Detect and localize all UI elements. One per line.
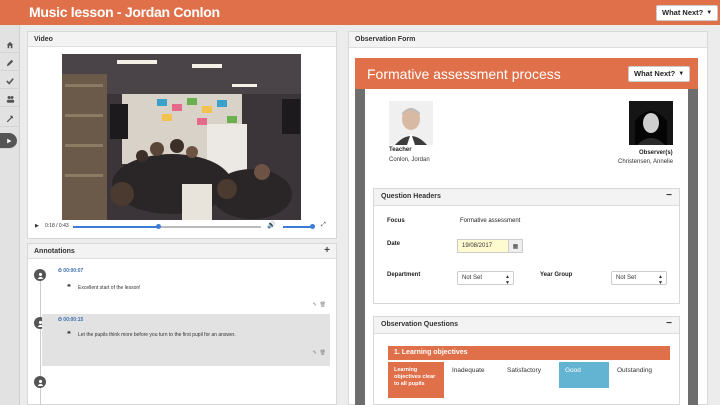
whats-next-label: What Next? (662, 8, 704, 17)
observation-form-header: Observation Form (349, 32, 707, 48)
date-value: 19/08/2017 (462, 243, 493, 249)
annotation-time[interactable]: ⏱ 00:00:07 (58, 268, 83, 274)
annotation-item[interactable]: ⏱ 00:00:07 ❝ Excellent start of the less… (42, 266, 330, 312)
year-group-label: Year Group (540, 272, 573, 278)
observation-questions-header: Observation Questions − (374, 317, 679, 334)
teacher-avatar (389, 101, 433, 145)
annotation-time-value: 00:00:15 (63, 317, 84, 323)
check-icon[interactable] (0, 73, 20, 89)
video-seek-fill (73, 226, 158, 228)
delete-icon[interactable]: 🗑 (320, 350, 326, 356)
annotation-text: Let the pupils think more before you tur… (78, 332, 236, 338)
annotations-panel-header: Annotations + (28, 244, 336, 259)
video-frame-image (62, 54, 301, 220)
whats-next-button[interactable]: What Next? ▼ (656, 5, 719, 21)
delete-icon[interactable]: 🗑 (320, 302, 326, 308)
focus-label: Focus (387, 218, 405, 224)
observer-role: Observer(s) (639, 150, 673, 156)
date-field[interactable]: 19/08/2017 ▦ (457, 239, 523, 253)
annotations-title: Annotations (34, 248, 75, 255)
question-headers-title: Question Headers (381, 193, 441, 200)
edit-icon[interactable]: ✎ (313, 350, 317, 356)
user-icon (37, 379, 43, 386)
add-annotation-button[interactable]: + (324, 245, 330, 256)
avatar (34, 376, 46, 388)
video-time: 0:18 / 0:43 (45, 223, 69, 229)
top-bar: Music lesson - Jordan Conlon What Next? … (0, 0, 720, 25)
department-value: Not Set (462, 275, 483, 281)
annotation-time[interactable]: ⏱ 00:00:15 (58, 317, 83, 323)
edit-icon[interactable]: ✎ (313, 302, 317, 308)
department-select[interactable]: Not Set ▲ ▼ (457, 271, 514, 286)
observer-photo (629, 101, 673, 145)
observation-questions-title: Observation Questions (381, 321, 459, 328)
year-group-select[interactable]: Not Set ▲ ▼ (611, 271, 667, 286)
rating-inadequate[interactable]: Inadequate (446, 362, 500, 398)
play-icon[interactable] (0, 133, 17, 149)
left-rail (0, 25, 20, 405)
teacher-role: Teacher (389, 147, 412, 153)
video-seek-bar[interactable] (73, 224, 261, 229)
select-arrows-icon: ▲ ▼ (505, 274, 510, 286)
rating-outstanding[interactable]: Outstanding (611, 362, 670, 398)
annotation-text: Excellent start of the lesson! (78, 285, 141, 291)
page-title: Music lesson - Jordan Conlon (29, 4, 220, 20)
section-header: 1. Learning objectives (388, 346, 670, 360)
quote-icon: ❝ (67, 331, 71, 338)
annotation-actions: ✎ 🗑 (313, 302, 326, 308)
form-whats-next-label: What Next? (634, 69, 676, 78)
select-arrows-icon: ▲ ▼ (658, 274, 663, 286)
video-seek-handle[interactable] (155, 224, 161, 229)
volume-slider[interactable] (283, 224, 315, 229)
pencil-icon[interactable] (0, 55, 20, 71)
video-controls: ▶ 0:18 / 0:43 🔊 ⤢ (33, 222, 331, 232)
annotation-time-value: 00:00:07 (63, 268, 84, 274)
video-panel-header: Video (28, 32, 336, 47)
rating-good[interactable]: Good (559, 362, 609, 388)
play-button-icon[interactable]: ▶ (35, 223, 39, 229)
quote-icon: ❝ (67, 284, 71, 291)
observer-name: Christensen, Annelie (618, 159, 674, 165)
annotation-item[interactable]: ⏱ 00:00:15 ❝ Let the pupils think more b… (42, 314, 330, 366)
observer-avatar (629, 101, 673, 145)
year-group-value: Not Set (616, 275, 637, 281)
collapse-button[interactable]: − (666, 318, 672, 329)
calendar-icon[interactable]: ▦ (508, 240, 522, 252)
form-title-bar: Formative assessment process What Next? … (355, 58, 698, 89)
date-label: Date (387, 241, 401, 247)
teacher-photo (389, 101, 433, 145)
video-player[interactable] (62, 54, 301, 220)
wrench-icon[interactable] (0, 111, 20, 127)
form-title: Formative assessment process (367, 66, 561, 82)
question-headers-header: Question Headers − (374, 189, 679, 206)
caret-down-icon: ▼ (706, 10, 713, 16)
collapse-button[interactable]: − (666, 190, 672, 201)
annotation-actions: ✎ 🗑 (313, 350, 326, 356)
volume-handle[interactable] (310, 224, 315, 229)
department-label: Department (387, 272, 421, 278)
home-icon[interactable] (0, 37, 20, 53)
fullscreen-icon[interactable]: ⤢ (321, 222, 326, 229)
focus-value: Formative assessment (460, 218, 521, 224)
form-whats-next-button[interactable]: What Next? ▼ (628, 66, 691, 82)
criterion-label: Learning objectives clear to all pupils (388, 362, 444, 398)
teacher-name: Conlon, Jordan (389, 157, 430, 163)
question-headers-panel: Question Headers − (373, 188, 680, 304)
users-icon[interactable] (0, 91, 20, 107)
volume-icon[interactable]: 🔊 (267, 221, 276, 229)
rating-row: Learning objectives clear to all pupils … (388, 362, 670, 398)
caret-down-icon: ▼ (678, 71, 685, 77)
rating-satisfactory[interactable]: Satisfactory (501, 362, 559, 398)
